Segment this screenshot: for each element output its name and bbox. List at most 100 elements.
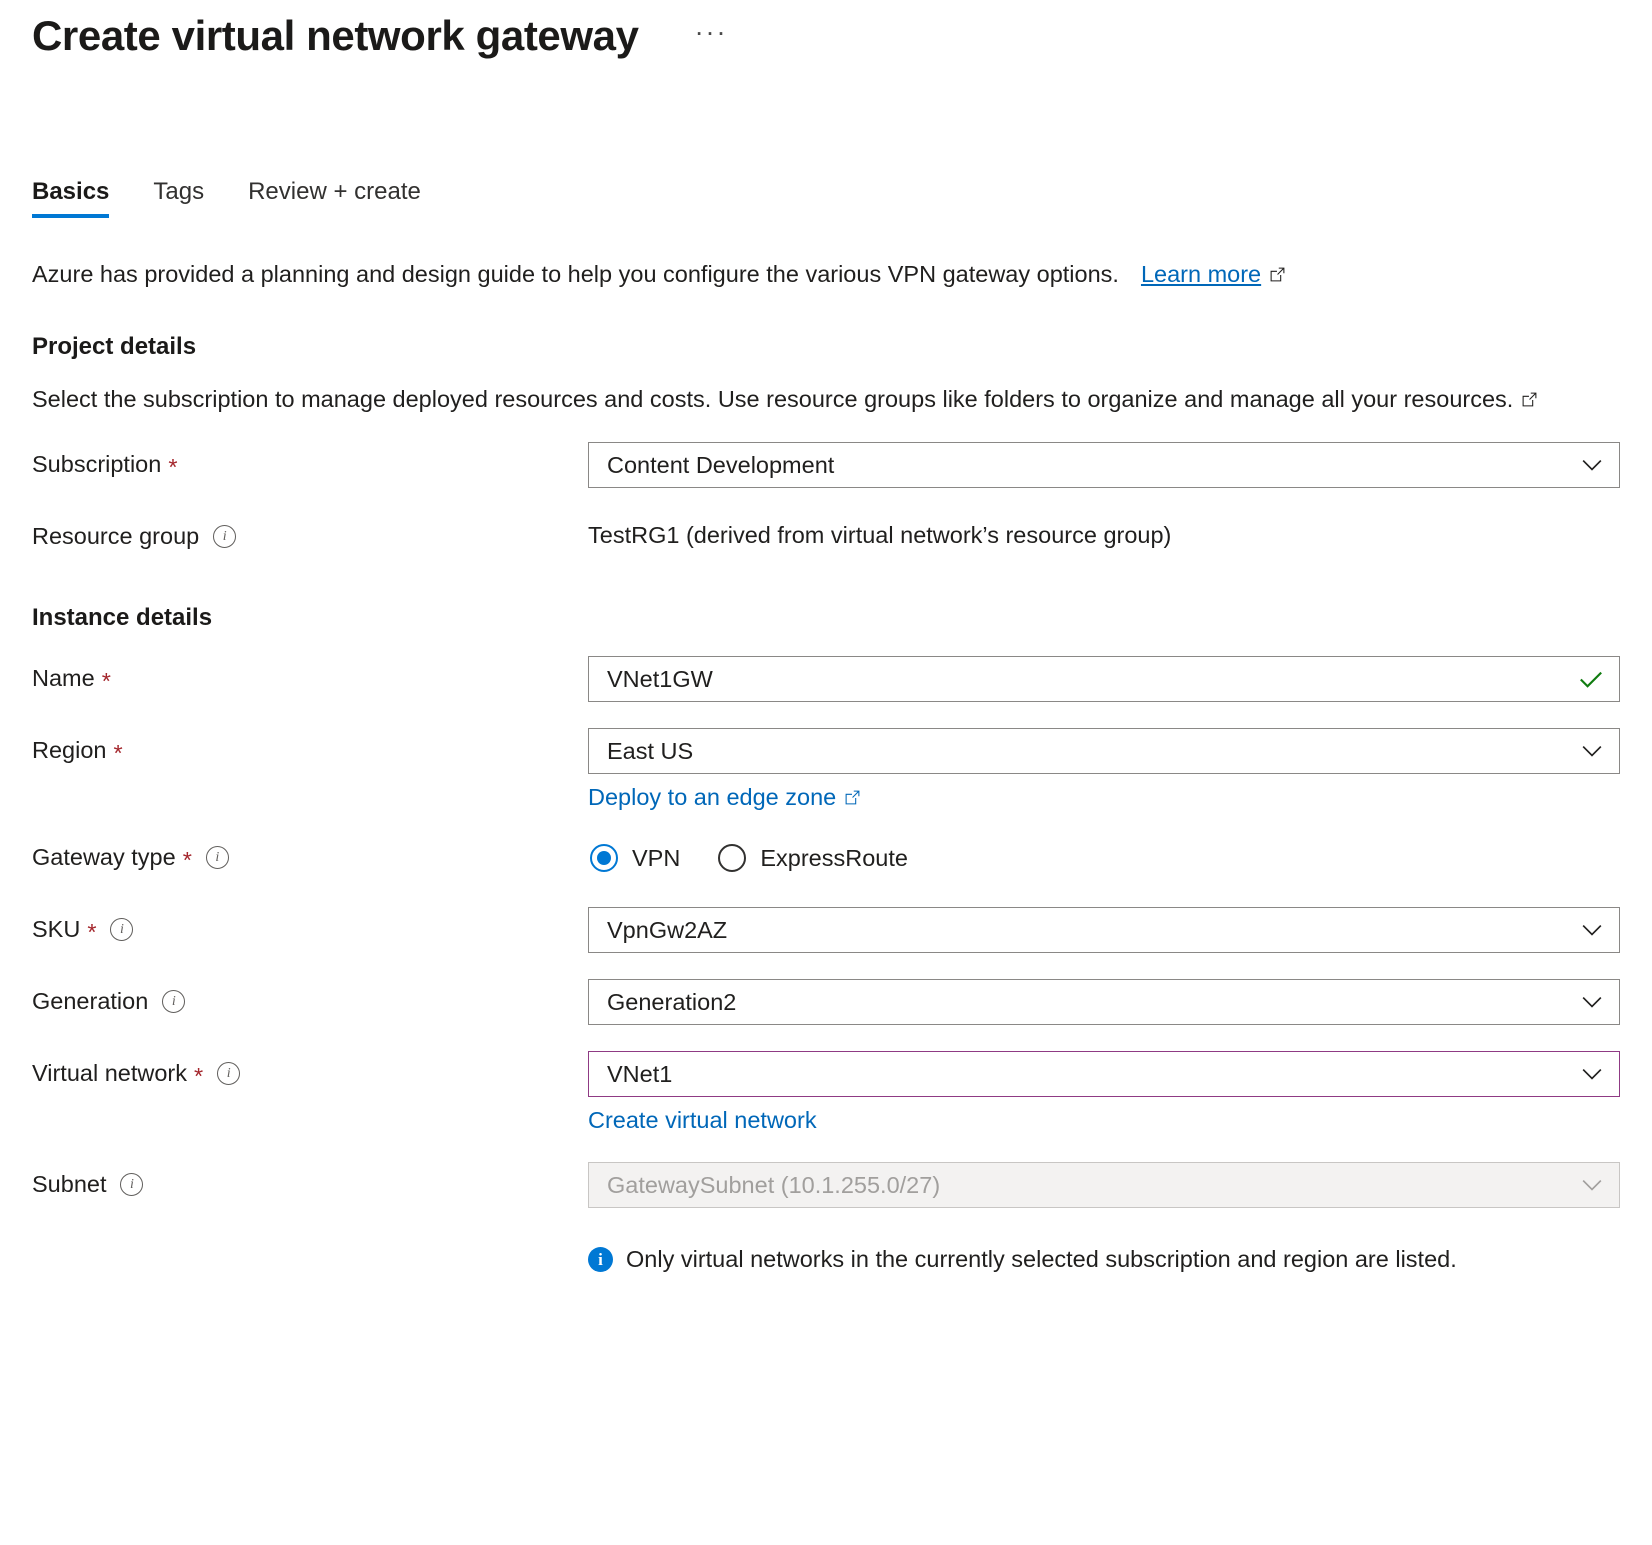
radio-option-expressroute[interactable]: ExpressRoute <box>718 844 908 872</box>
external-link-icon[interactable] <box>844 789 861 806</box>
info-circle-icon[interactable]: i <box>110 918 133 941</box>
virtual-network-dropdown[interactable]: VNet1 <box>588 1051 1620 1097</box>
project-details-description-text: Select the subscription to manage deploy… <box>32 386 1513 412</box>
required-asterisk: * <box>194 1065 203 1089</box>
radio-option-vpn[interactable]: VPN <box>590 844 680 872</box>
form-row-subscription: Subscription * Content Development <box>32 442 1620 488</box>
virtual-network-field-cell: VNet1 Create virtual network <box>588 1051 1620 1134</box>
page-title: Create virtual network gateway <box>32 12 639 60</box>
sku-value: VpnGw2AZ <box>607 917 1579 944</box>
chevron-down-icon <box>1579 738 1605 764</box>
learn-more-label: Learn more <box>1141 261 1261 287</box>
form-row-resource-group: Resource group i TestRG1 (derived from v… <box>32 514 1620 550</box>
required-asterisk: * <box>102 670 111 694</box>
generation-field-cell: Generation2 <box>588 979 1620 1025</box>
region-field-cell: East US Deploy to an edge zone <box>588 728 1620 811</box>
info-circle-icon[interactable]: i <box>120 1173 143 1196</box>
checkmark-icon <box>1577 665 1605 693</box>
generation-label-cell: Generation i <box>32 979 588 1015</box>
form-row-name: Name * VNet1GW <box>32 656 1620 702</box>
gateway-type-radio-group: VPN ExpressRoute <box>588 835 1620 881</box>
subscription-label-cell: Subscription * <box>32 442 588 478</box>
sku-field-cell: VpnGw2AZ <box>588 907 1620 953</box>
required-asterisk: * <box>168 456 177 480</box>
required-asterisk: * <box>113 742 122 766</box>
form-row-subnet: Subnet i GatewaySubnet (10.1.255.0/27) i… <box>32 1162 1620 1273</box>
chevron-down-icon <box>1579 1172 1605 1198</box>
sku-label: SKU <box>32 916 80 943</box>
info-circle-icon[interactable]: i <box>213 525 236 548</box>
section-heading-instance-details: Instance details <box>32 604 1620 632</box>
virtual-network-value: VNet1 <box>607 1061 1579 1088</box>
subnet-dropdown: GatewaySubnet (10.1.255.0/27) <box>588 1162 1620 1208</box>
subnet-label-cell: Subnet i <box>32 1162 588 1198</box>
chevron-down-icon <box>1579 452 1605 478</box>
name-label-cell: Name * <box>32 656 588 692</box>
name-label: Name <box>32 665 95 692</box>
gateway-type-label: Gateway type <box>32 844 176 871</box>
tab-bar: Basics Tags Review + create <box>32 168 1620 218</box>
info-filled-icon: i <box>588 1247 613 1272</box>
form-row-gateway-type: Gateway type * i VPN ExpressRoute <box>32 835 1620 881</box>
subnet-field-cell: GatewaySubnet (10.1.255.0/27) i Only vir… <box>588 1162 1620 1273</box>
project-details-description: Select the subscription to manage deploy… <box>32 383 1592 416</box>
resource-group-value-cell: TestRG1 (derived from virtual network’s … <box>588 514 1620 549</box>
gateway-type-field-cell: VPN ExpressRoute <box>588 835 1620 881</box>
chevron-down-icon <box>1579 917 1605 943</box>
required-asterisk: * <box>183 849 192 873</box>
resource-group-label-cell: Resource group i <box>32 514 588 550</box>
intro-text-row: Azure has provided a planning and design… <box>32 258 1620 291</box>
info-circle-icon[interactable]: i <box>217 1062 240 1085</box>
sku-dropdown[interactable]: VpnGw2AZ <box>588 907 1620 953</box>
external-link-icon[interactable] <box>1521 391 1538 408</box>
generation-dropdown[interactable]: Generation2 <box>588 979 1620 1025</box>
tab-review-create[interactable]: Review + create <box>248 178 421 218</box>
region-label: Region <box>32 737 106 764</box>
more-actions-button[interactable]: ··· <box>695 19 728 46</box>
resource-group-value: TestRG1 (derived from virtual network’s … <box>588 514 1620 549</box>
form-row-virtual-network: Virtual network * i VNet1 Create virtual… <box>32 1051 1620 1134</box>
tab-tags[interactable]: Tags <box>153 178 204 218</box>
radio-indicator-expressroute[interactable] <box>718 844 746 872</box>
generation-label: Generation <box>32 988 148 1015</box>
resource-group-label: Resource group <box>32 523 199 550</box>
learn-more-link[interactable]: Learn more <box>1141 258 1261 291</box>
subnet-value: GatewaySubnet (10.1.255.0/27) <box>607 1172 1579 1199</box>
chevron-down-icon <box>1579 989 1605 1015</box>
deploy-to-edge-zone-link[interactable]: Deploy to an edge zone <box>588 784 836 811</box>
radio-label-expressroute: ExpressRoute <box>760 845 908 872</box>
name-field-cell: VNet1GW <box>588 656 1620 702</box>
info-circle-icon[interactable]: i <box>206 846 229 869</box>
form-row-sku: SKU * i VpnGw2AZ <box>32 907 1620 953</box>
virtual-network-label-cell: Virtual network * i <box>32 1051 588 1087</box>
form-row-region: Region * East US Deploy to an edge zone <box>32 728 1620 811</box>
required-asterisk: * <box>87 921 96 945</box>
gateway-type-label-cell: Gateway type * i <box>32 835 588 871</box>
tab-basics[interactable]: Basics <box>32 178 109 218</box>
page-header: Create virtual network gateway ··· <box>32 0 1620 84</box>
region-label-cell: Region * <box>32 728 588 764</box>
name-input[interactable]: VNet1GW <box>588 656 1620 702</box>
generation-value: Generation2 <box>607 989 1579 1016</box>
subscription-field-cell: Content Development <box>588 442 1620 488</box>
create-virtual-network-link[interactable]: Create virtual network <box>588 1107 817 1134</box>
subscription-value: Content Development <box>607 452 1579 479</box>
external-link-icon <box>1269 266 1286 283</box>
subnet-info-message: i Only virtual networks in the currently… <box>588 1246 1620 1273</box>
region-value: East US <box>607 738 1579 765</box>
create-virtual-network-link-row: Create virtual network <box>588 1107 817 1134</box>
info-circle-icon[interactable]: i <box>162 990 185 1013</box>
intro-text: Azure has provided a planning and design… <box>32 258 1119 291</box>
section-heading-project-details: Project details <box>32 333 1620 361</box>
subscription-dropdown[interactable]: Content Development <box>588 442 1620 488</box>
chevron-down-icon <box>1579 1061 1605 1087</box>
subnet-label: Subnet <box>32 1171 106 1198</box>
create-virtual-network-gateway-page: Create virtual network gateway ··· Basic… <box>0 0 1652 1273</box>
region-dropdown[interactable]: East US <box>588 728 1620 774</box>
name-value: VNet1GW <box>607 666 1577 693</box>
radio-label-vpn: VPN <box>632 845 680 872</box>
radio-indicator-vpn[interactable] <box>590 844 618 872</box>
virtual-network-label: Virtual network <box>32 1060 187 1087</box>
subscription-label: Subscription <box>32 451 161 478</box>
subnet-info-message-text: Only virtual networks in the currently s… <box>626 1246 1457 1273</box>
